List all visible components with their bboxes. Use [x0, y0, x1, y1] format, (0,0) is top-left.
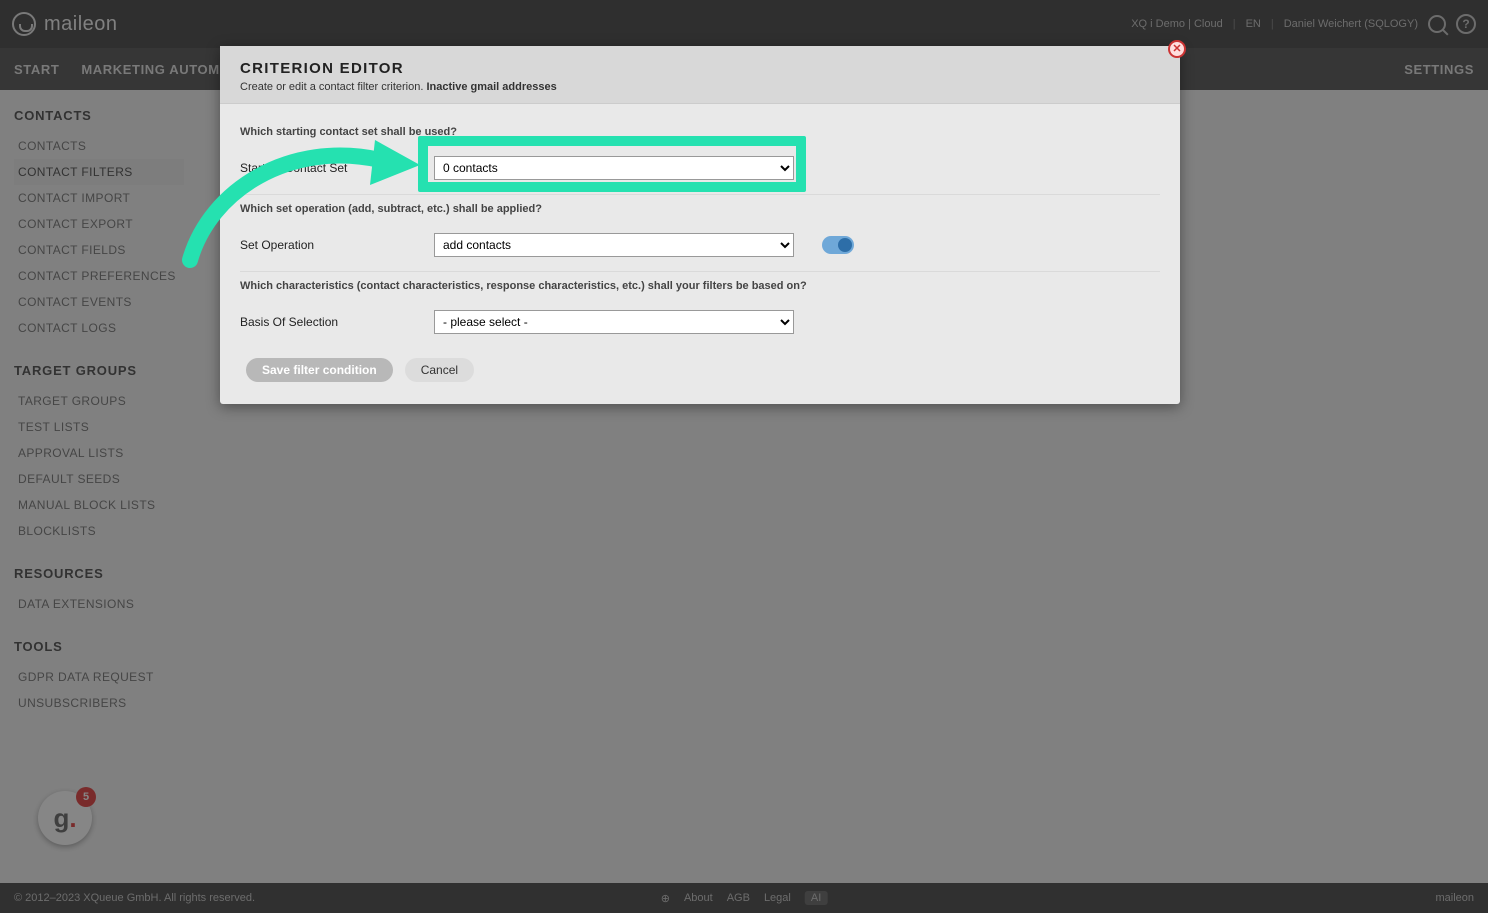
- select-starting-contact-set[interactable]: 0 contacts: [434, 156, 794, 180]
- modal-header: CRITERION EDITOR Create or edit a contac…: [220, 46, 1180, 104]
- close-icon[interactable]: ✕: [1168, 40, 1186, 58]
- select-set-operation[interactable]: add contacts: [434, 233, 794, 257]
- toggle-set-operation[interactable]: [822, 236, 854, 254]
- label-set-operation: Set Operation: [240, 238, 420, 252]
- save-button[interactable]: Save filter condition: [246, 358, 393, 382]
- criterion-editor-modal: ✕ CRITERION EDITOR Create or edit a cont…: [220, 46, 1180, 404]
- cancel-button[interactable]: Cancel: [405, 358, 474, 382]
- label-basis: Basis Of Selection: [240, 315, 420, 329]
- question-starting-set: Which starting contact set shall be used…: [240, 126, 1160, 138]
- modal-body: Which starting contact set shall be used…: [220, 104, 1180, 404]
- modal-subtitle: Create or edit a contact filter criterio…: [240, 81, 1160, 93]
- modal-title: CRITERION EDITOR: [240, 60, 1160, 77]
- question-basis: Which characteristics (contact character…: [240, 280, 1160, 292]
- select-basis-of-selection[interactable]: - please select -: [434, 310, 794, 334]
- label-starting-set: Starting Contact Set: [240, 161, 420, 175]
- question-set-operation: Which set operation (add, subtract, etc.…: [240, 203, 1160, 215]
- row-set-operation: Set Operation add contacts: [240, 225, 1160, 272]
- row-basis: Basis Of Selection - please select -: [240, 302, 1160, 348]
- modal-actions: Save filter condition Cancel: [240, 348, 1160, 398]
- row-starting-set: Starting Contact Set 0 contacts: [240, 148, 1160, 195]
